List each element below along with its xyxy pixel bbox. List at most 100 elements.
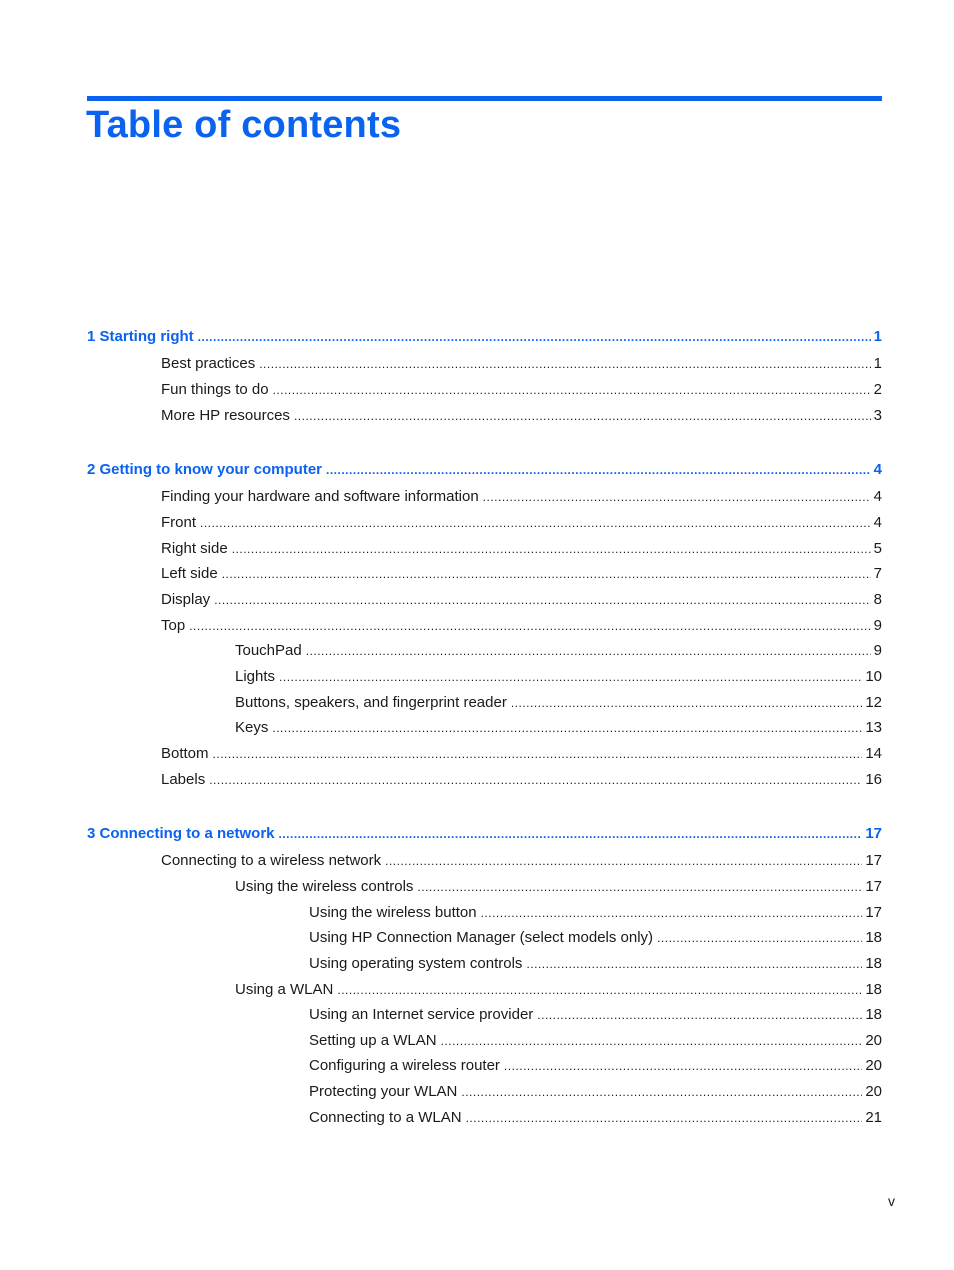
toc-entry[interactable]: Buttons, speakers, and fingerprint reade… (235, 692, 882, 714)
toc-leader-dots (481, 902, 863, 924)
toc-leader-dots (198, 326, 871, 348)
toc-entry[interactable]: TouchPad 9 (235, 640, 882, 662)
toc-entry-label: Fun things to do (161, 381, 269, 398)
toc-entry-page: 20 (865, 1032, 882, 1049)
toc-leader-dots (466, 1107, 863, 1129)
toc-entry[interactable]: Lights 10 (235, 666, 882, 688)
toc-chapter-entry[interactable]: 3 Connecting to a network 17 (87, 823, 882, 845)
toc-entry-label: Right side (161, 540, 228, 557)
toc-entry[interactable]: Best practices 1 (161, 353, 882, 375)
toc-entry[interactable]: Protecting your WLAN 20 (309, 1081, 882, 1103)
toc-entry[interactable]: Connecting to a wireless network 17 (161, 850, 882, 872)
toc-entry-page: 18 (865, 1006, 882, 1023)
toc-entry-label: Using the wireless controls (235, 878, 414, 895)
toc-entry-page: 8 (873, 591, 882, 608)
toc-entry[interactable]: More HP resources 3 (161, 405, 882, 427)
toc-entry-label: Buttons, speakers, and fingerprint reade… (235, 694, 507, 711)
toc-entry[interactable]: Labels 16 (161, 769, 882, 791)
toc-entry-page: 9 (873, 617, 882, 634)
toc-entry[interactable]: Right side 5 (161, 538, 882, 560)
toc-entry-label: Using HP Connection Manager (select mode… (309, 929, 654, 946)
toc-entry[interactable]: Left side 7 (161, 563, 882, 585)
toc-entry-page: 12 (865, 694, 882, 711)
toc-chapter-entry[interactable]: 2 Getting to know your computer 4 (87, 459, 882, 481)
toc-entry-label: 1 Starting right (87, 328, 194, 345)
title-rule (87, 96, 882, 101)
toc-leader-dots (385, 850, 862, 872)
toc-entry[interactable]: Front 4 (161, 512, 882, 534)
toc-leader-dots (306, 640, 871, 662)
toc-entry-label: Connecting to a wireless network (161, 852, 382, 869)
toc-entry-page: 10 (865, 668, 882, 685)
toc-entry-label: Protecting your WLAN (309, 1083, 458, 1100)
toc-entry-page: 13 (865, 719, 882, 736)
toc-entry-page: 17 (865, 852, 882, 869)
toc-leader-dots (189, 615, 870, 637)
toc-entry-label: More HP resources (161, 407, 290, 424)
toc-leader-dots (526, 953, 862, 975)
toc-leader-dots (417, 876, 862, 898)
toc-leader-dots (279, 666, 862, 688)
toc-entry[interactable]: Using the wireless button 17 (309, 902, 882, 924)
toc-leader-dots (279, 823, 863, 845)
toc-entry-page: 14 (865, 745, 882, 762)
toc-entry[interactable]: Display 8 (161, 589, 882, 611)
toc-leader-dots (511, 692, 862, 714)
toc-leader-dots (294, 405, 871, 427)
toc-entry-label: Using an Internet service provider (309, 1006, 534, 1023)
toc-entry-page: 4 (873, 514, 882, 531)
toc-entry-page: 18 (865, 955, 882, 972)
toc-entry-label: Top (161, 617, 186, 634)
toc-leader-dots (209, 769, 862, 791)
toc-entry-label: 2 Getting to know your computer (87, 461, 323, 478)
toc-entry-page: 17 (865, 878, 882, 895)
toc-entry[interactable]: Using a WLAN 18 (235, 979, 882, 1001)
toc-leader-dots (273, 379, 871, 401)
toc-entry-label: Left side (161, 565, 218, 582)
toc-entry-label: Bottom (161, 745, 209, 762)
toc-leader-dots (337, 979, 862, 1001)
toc-entry-label: Labels (161, 771, 206, 788)
toc-chapter-entry[interactable]: 1 Starting right 1 (87, 326, 882, 348)
toc-entry-label: 3 Connecting to a network (87, 825, 275, 842)
toc-entry-label: Using operating system controls (309, 955, 523, 972)
toc-entry[interactable]: Using HP Connection Manager (select mode… (309, 927, 882, 949)
toc-entry-page: 18 (865, 981, 882, 998)
toc-entry-label: Best practices (161, 355, 256, 372)
toc-entry-label: TouchPad (235, 642, 302, 659)
toc-leader-dots (441, 1030, 863, 1052)
toc-entry-label: Connecting to a WLAN (309, 1109, 462, 1126)
toc-entry-label: Front (161, 514, 197, 531)
toc-entry[interactable]: Setting up a WLAN 20 (309, 1030, 882, 1052)
toc-entry[interactable]: Fun things to do 2 (161, 379, 882, 401)
toc-entry[interactable]: Configuring a wireless router 20 (309, 1055, 882, 1077)
toc-entry[interactable]: Top 9 (161, 615, 882, 637)
toc-entry-page: 17 (865, 904, 882, 921)
toc-entry[interactable]: Keys 13 (235, 717, 882, 739)
toc-entry[interactable]: Using operating system controls 18 (309, 953, 882, 975)
toc-leader-dots (222, 563, 871, 585)
toc-entry-label: Finding your hardware and software infor… (161, 488, 479, 505)
toc-entry-page: 1 (873, 355, 882, 372)
toc-entry-page: 4 (873, 488, 882, 505)
toc-entry[interactable]: Using the wireless controls 17 (235, 876, 882, 898)
toc-entry-label: Configuring a wireless router (309, 1057, 500, 1074)
toc-entry[interactable]: Bottom 14 (161, 743, 882, 765)
toc-entry-page: 21 (865, 1109, 882, 1126)
toc-entry[interactable]: Using an Internet service provider 18 (309, 1004, 882, 1026)
toc-leader-dots (537, 1004, 862, 1026)
toc-leader-dots (461, 1081, 862, 1103)
toc-leader-dots (504, 1055, 862, 1077)
toc-entry-page: 1 (873, 328, 882, 345)
toc-entry-label: Using the wireless button (309, 904, 477, 921)
toc-leader-dots (213, 743, 863, 765)
toc-leader-dots (200, 512, 871, 534)
toc-leader-dots (326, 459, 871, 481)
toc-leader-dots (483, 486, 871, 508)
toc-entry[interactable]: Finding your hardware and software infor… (161, 486, 882, 508)
toc-entry-page: 7 (873, 565, 882, 582)
toc-entry[interactable]: Connecting to a WLAN 21 (309, 1107, 882, 1129)
toc-entry-page: 2 (873, 381, 882, 398)
toc-leader-dots (214, 589, 870, 611)
toc-entry-page: 16 (865, 771, 882, 788)
